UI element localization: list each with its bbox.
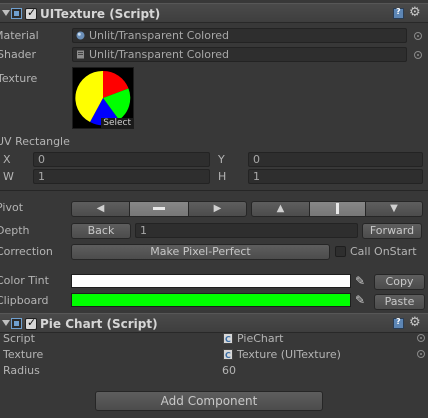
uitexture-header[interactable]: ✓ UITexture (Script) ? ⚙ xyxy=(0,3,428,23)
section-divider xyxy=(0,190,428,191)
clipboard-label: Clipboard xyxy=(0,294,49,307)
pivot-center-v-icon xyxy=(336,202,339,214)
foldout-arrow-icon[interactable] xyxy=(2,320,10,326)
pivot-center-v-button[interactable] xyxy=(309,201,366,217)
csharp-script-icon: C xyxy=(223,333,233,344)
call-onstart-label: Call OnStart xyxy=(350,245,417,258)
help-icon[interactable]: ? xyxy=(393,317,404,329)
component-title: UITexture (Script) xyxy=(40,7,161,21)
depth-forward-button[interactable]: Forward xyxy=(362,223,422,239)
script-picker-icon[interactable] xyxy=(417,334,425,342)
uv-rectangle-label: UV Rectangle xyxy=(0,135,70,148)
eyedropper-icon[interactable]: ✎ xyxy=(355,274,367,288)
svg-text:C: C xyxy=(225,335,231,344)
depth-back-button[interactable]: Back xyxy=(71,223,131,239)
uv-x-label: X xyxy=(3,153,11,166)
depth-field[interactable]: 1 xyxy=(135,223,358,238)
script-icon xyxy=(11,8,22,19)
pivot-center-h-button[interactable] xyxy=(129,201,189,217)
uv-w-label: W xyxy=(3,170,14,183)
pivot-bottom-button[interactable]: ▼ xyxy=(365,201,423,217)
pivot-right-button[interactable]: ▶ xyxy=(188,201,247,217)
uitexture-script-icon: C xyxy=(223,349,233,360)
material-label: Material xyxy=(0,29,39,42)
script-value[interactable]: PieChart xyxy=(237,332,283,345)
material-picker-icon[interactable] xyxy=(414,32,422,40)
script-icon xyxy=(11,318,22,329)
material-icon xyxy=(76,31,85,40)
shader-icon xyxy=(77,50,84,59)
texture-picker-icon[interactable] xyxy=(417,350,425,358)
component-title: Pie Chart (Script) xyxy=(40,317,158,331)
texture-preview[interactable]: Select xyxy=(72,67,134,129)
color-tint-swatch[interactable] xyxy=(71,274,351,288)
depth-label: Depth xyxy=(0,224,30,237)
uv-h-field[interactable]: 1 xyxy=(248,169,423,184)
clipboard-eyedropper-icon[interactable]: ✎ xyxy=(355,293,367,307)
uv-w-field[interactable]: 1 xyxy=(33,169,210,184)
radius-value[interactable]: 60 xyxy=(222,364,236,377)
foldout-arrow-icon[interactable] xyxy=(2,10,10,16)
enabled-checkbox[interactable]: ✓ xyxy=(25,316,37,330)
texture-label: Texture xyxy=(0,72,38,85)
svg-text:C: C xyxy=(225,351,231,360)
material-field[interactable]: Unlit/Transparent Colored xyxy=(72,28,407,43)
pivot-top-button[interactable]: ▲ xyxy=(251,201,310,217)
shader-field[interactable]: Unlit/Transparent Colored xyxy=(72,47,407,62)
script-label: Script xyxy=(3,332,35,345)
uv-y-label: Y xyxy=(218,153,225,166)
enabled-checkbox[interactable]: ✓ xyxy=(25,6,37,20)
uv-y-field[interactable]: 0 xyxy=(248,152,423,167)
texture-ref-label: Texture xyxy=(3,348,44,361)
pivot-center-h-icon xyxy=(153,206,165,210)
help-icon[interactable]: ? xyxy=(393,7,404,19)
clipboard-swatch[interactable] xyxy=(71,293,351,307)
gear-icon[interactable]: ⚙ xyxy=(409,315,421,330)
shader-label: Shader xyxy=(0,48,36,61)
uv-h-label: H xyxy=(218,170,227,183)
uv-x-field[interactable]: 0 xyxy=(33,152,210,167)
piechart-header[interactable]: ✓ Pie Chart (Script) ? ⚙ xyxy=(0,313,428,333)
radius-label: Radius xyxy=(3,364,40,377)
pivot-left-button[interactable]: ◀ xyxy=(71,201,130,217)
pivot-label: Pivot xyxy=(0,201,24,214)
texture-select-button[interactable]: Select xyxy=(101,118,133,128)
gear-icon[interactable]: ⚙ xyxy=(409,5,421,20)
paste-button[interactable]: Paste xyxy=(374,294,425,310)
texture-ref-value[interactable]: Texture (UITexture) xyxy=(237,348,341,361)
color-tint-label: Color Tint xyxy=(0,274,49,287)
correction-label: Correction xyxy=(0,245,53,258)
make-pixel-perfect-button[interactable]: Make Pixel-Perfect xyxy=(71,244,330,260)
add-component-button[interactable]: Add Component xyxy=(95,391,323,411)
call-onstart-checkbox[interactable] xyxy=(335,246,346,257)
shader-picker-icon[interactable] xyxy=(414,51,422,59)
copy-button[interactable]: Copy xyxy=(374,274,425,290)
